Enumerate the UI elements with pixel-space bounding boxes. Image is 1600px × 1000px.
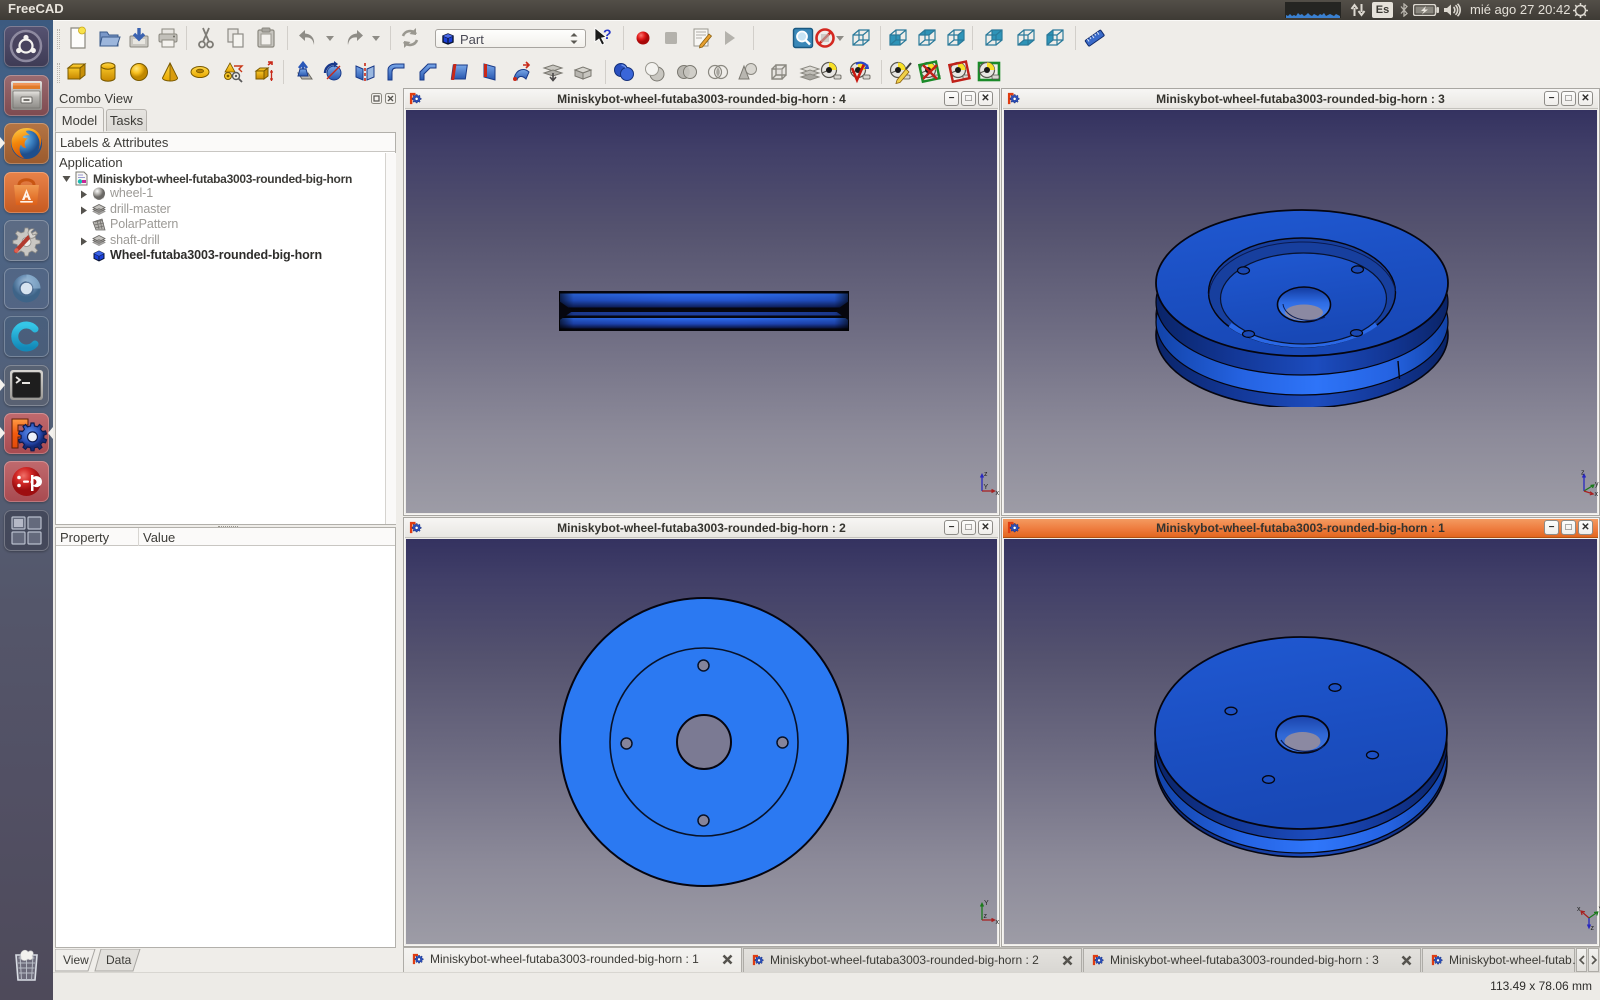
svg-text:z: z xyxy=(984,471,988,478)
svg-text:x: x xyxy=(1595,491,1599,496)
svg-text:Data: Data xyxy=(106,953,132,967)
svg-text:z: z xyxy=(984,913,988,920)
svg-text:View: View xyxy=(63,953,89,967)
svg-text:x: x xyxy=(1577,906,1581,913)
svg-text:z: z xyxy=(1581,470,1585,477)
svg-text:y: y xyxy=(1595,481,1599,488)
svg-text:x: x xyxy=(996,490,1000,496)
svg-text:Y: Y xyxy=(984,900,989,907)
svg-text:z: z xyxy=(1591,925,1595,931)
svg-text:?: ? xyxy=(603,26,612,42)
svg-text:Y: Y xyxy=(984,484,989,491)
svg-text:x: x xyxy=(996,919,1000,925)
